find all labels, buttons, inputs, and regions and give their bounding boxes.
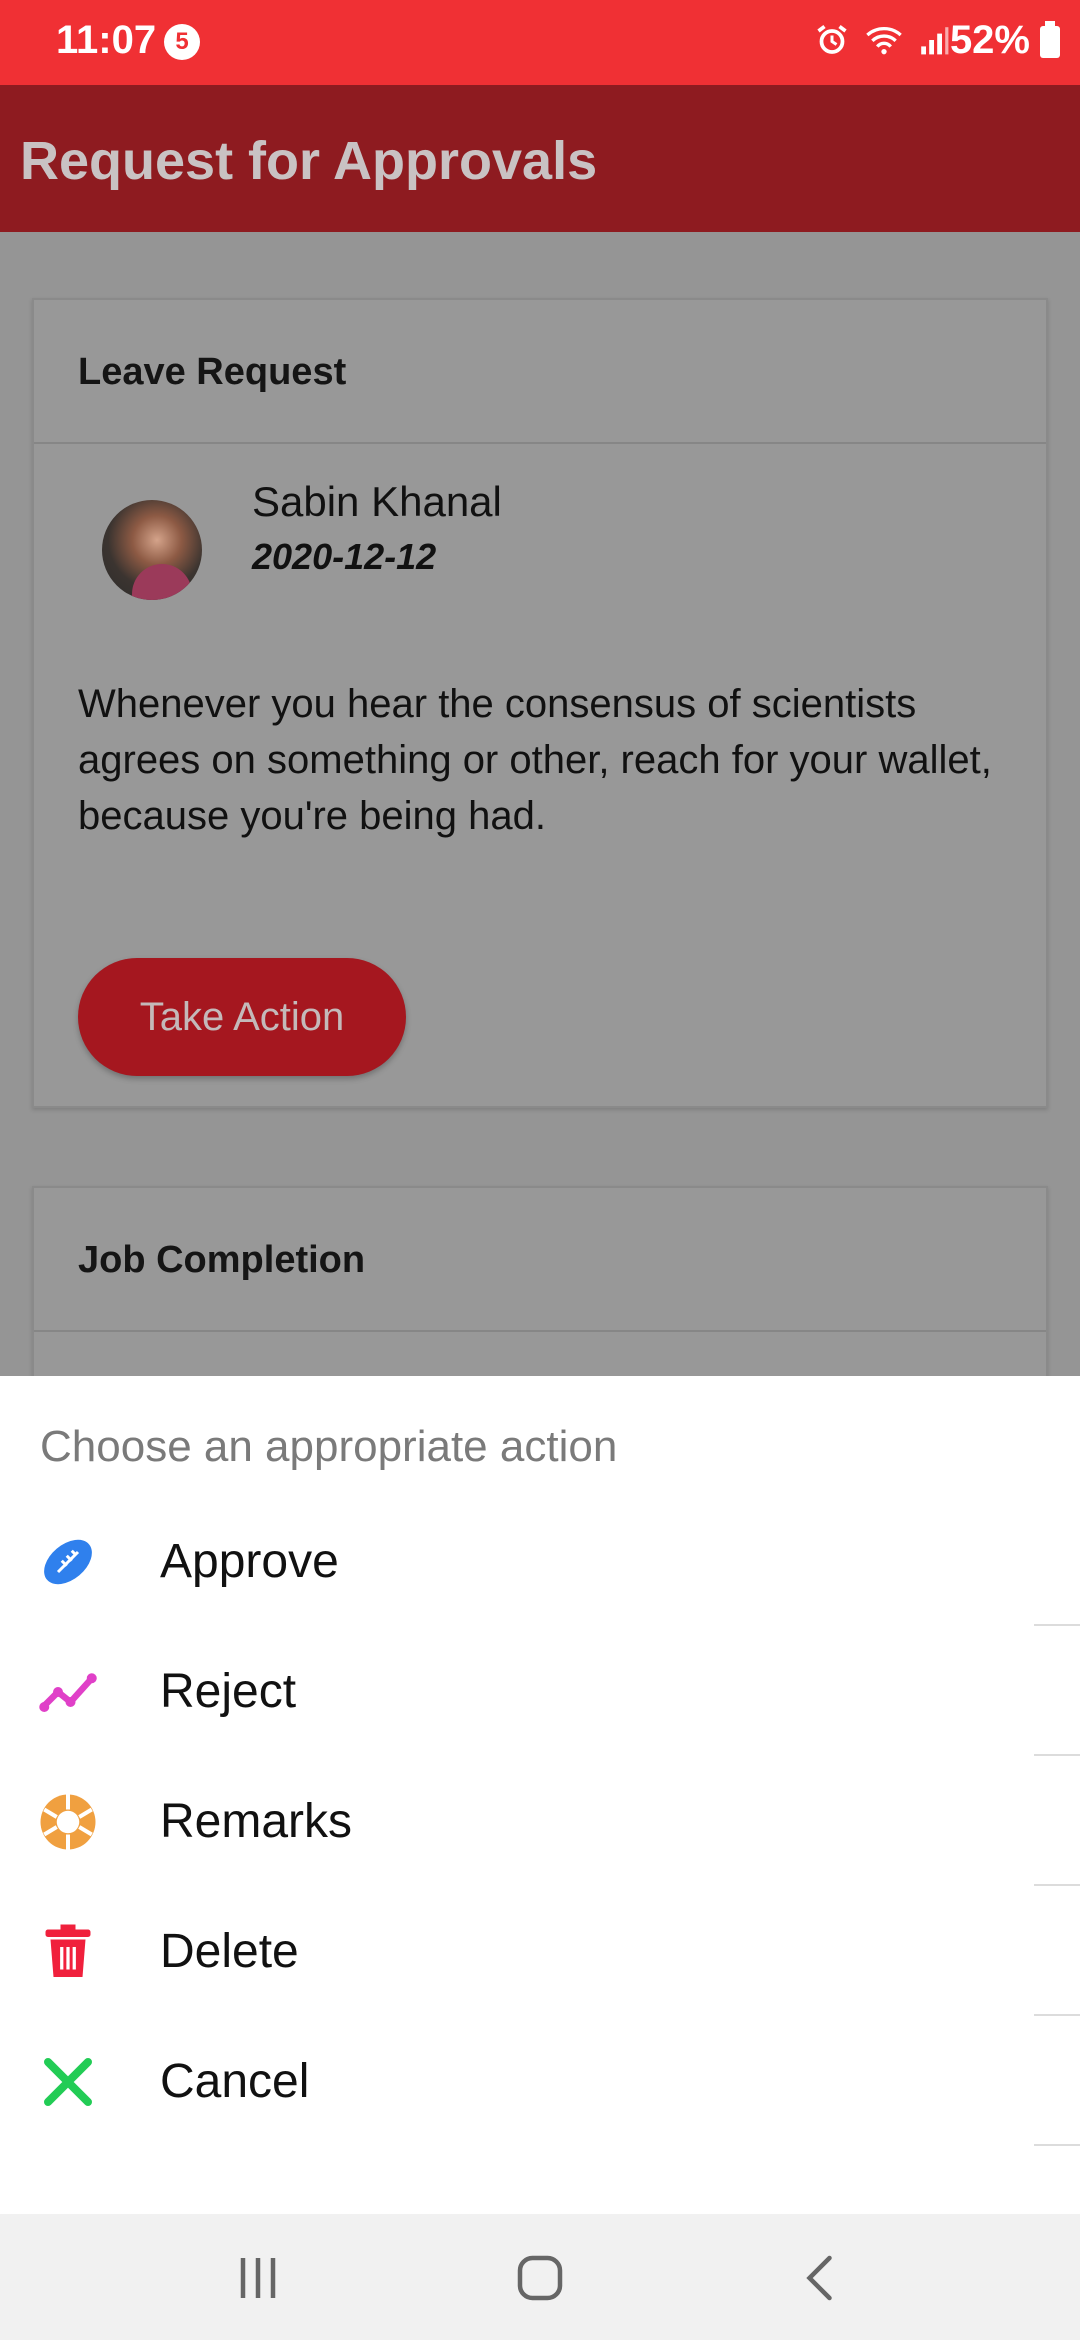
remarks-option[interactable]: Remarks xyxy=(0,1756,1080,1886)
wifi-icon xyxy=(866,27,902,55)
home-icon[interactable] xyxy=(510,2248,570,2308)
cancel-option[interactable]: Cancel xyxy=(0,2016,1080,2146)
signal-icon xyxy=(921,27,949,55)
trash-icon xyxy=(45,1924,91,1977)
recents-icon[interactable] xyxy=(228,2248,288,2308)
option-label: Delete xyxy=(160,1925,299,1978)
status-bar: 11:07 5 52% xyxy=(0,0,1080,85)
avatar xyxy=(102,500,202,600)
battery-icon xyxy=(1040,21,1060,58)
app-bar: Request for Approvals xyxy=(0,85,1080,232)
option-label: Cancel xyxy=(160,2055,310,2108)
approve-option[interactable]: Approve xyxy=(0,1496,1080,1626)
request-message: Whenever you hear the consensus of scien… xyxy=(78,682,992,838)
option-label: Reject xyxy=(160,1665,297,1718)
alarm-icon xyxy=(817,25,847,54)
request-date: 2020-12-12 xyxy=(252,536,437,577)
line-chart-icon xyxy=(39,1673,97,1712)
football-icon xyxy=(44,1539,92,1585)
status-time: 11:07 xyxy=(56,18,157,62)
option-label: Remarks xyxy=(160,1795,353,1848)
option-label: Approve xyxy=(160,1535,339,1588)
aperture-icon xyxy=(40,1794,96,1850)
reject-option[interactable]: Reject xyxy=(0,1626,1080,1756)
close-icon xyxy=(44,2058,92,2106)
delete-option[interactable]: Delete xyxy=(0,1886,1080,2016)
system-nav-bar xyxy=(0,2214,1080,2340)
back-icon[interactable] xyxy=(792,2248,852,2308)
card-header: Leave Request xyxy=(34,300,1046,444)
action-bottom-sheet: Choose an appropriate action Approve Rej… xyxy=(0,1376,1080,2214)
battery-percentage: 52% xyxy=(949,18,1030,62)
sheet-title: Choose an appropriate action xyxy=(40,1422,618,1471)
requester-name: Sabin Khanal xyxy=(252,478,502,525)
notification-count-badge: 5 xyxy=(164,24,200,60)
card-header: Job Completion xyxy=(34,1188,1046,1332)
page-title: Request for Approvals xyxy=(20,131,598,191)
take-action-button[interactable]: Take Action xyxy=(78,958,406,1076)
divider xyxy=(1034,2144,1080,2146)
leave-request-card: Leave Request Sabin Khanal 2020-12-12 Wh… xyxy=(32,298,1048,1108)
status-icons xyxy=(814,22,950,58)
